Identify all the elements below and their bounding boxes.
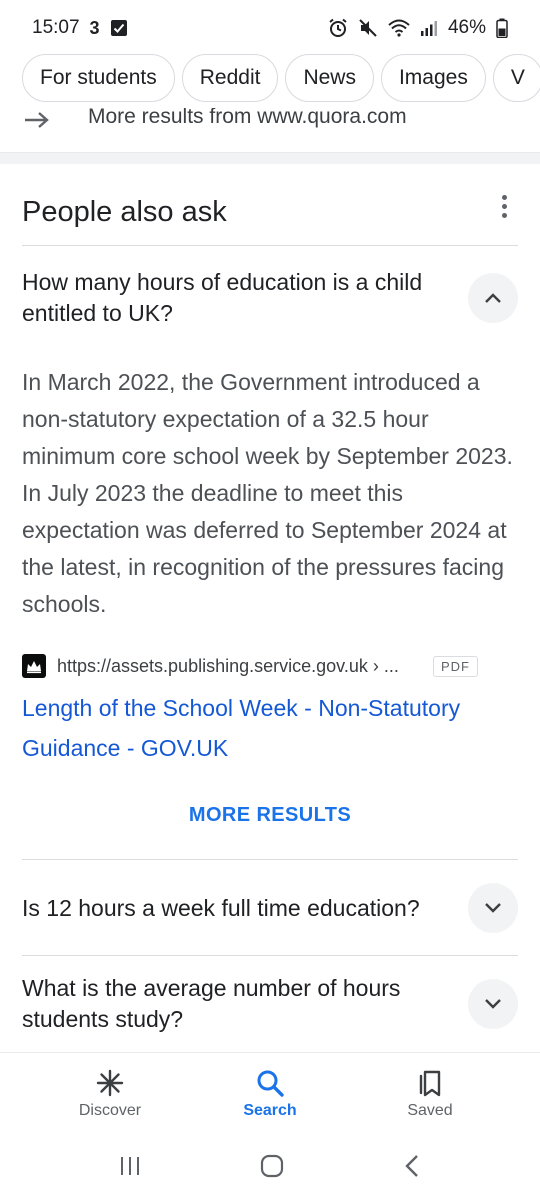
clock: 15:07 xyxy=(32,17,80,38)
divider xyxy=(22,955,518,956)
more-results-from-quora-link[interactable]: More results from www.quora.com xyxy=(22,108,522,138)
back-button[interactable] xyxy=(402,1153,422,1184)
home-button[interactable] xyxy=(259,1153,285,1184)
more-options-icon[interactable] xyxy=(490,187,518,227)
question-row-collapsed[interactable]: What is the average number of hours stud… xyxy=(22,968,518,1040)
nav-discover[interactable]: Discover xyxy=(40,1068,180,1120)
battery-percent: 46% xyxy=(447,17,486,38)
chip-videos[interactable]: V xyxy=(492,54,540,102)
back-icon xyxy=(404,1154,418,1177)
nav-saved[interactable]: Saved xyxy=(360,1068,500,1120)
signal-icon xyxy=(420,20,438,36)
bookmark-icon xyxy=(419,1070,441,1096)
recent-apps-icon xyxy=(121,1156,140,1175)
more-results-button[interactable]: MORE RESULTS xyxy=(22,804,518,838)
chip-images[interactable]: Images xyxy=(380,54,486,102)
asterisk-icon xyxy=(96,1069,124,1096)
chip-reddit[interactable]: Reddit xyxy=(181,54,279,102)
battery-icon xyxy=(496,18,508,38)
chevron-down-icon xyxy=(485,999,501,1009)
question-text: Is 12 hours a week full time education? xyxy=(22,894,420,921)
carrier-3-icon: 3 xyxy=(89,17,100,38)
source-url: https://assets.publishing.service.gov.uk… xyxy=(57,655,399,676)
checkbox-notification-icon xyxy=(110,19,128,37)
mute-icon xyxy=(358,18,378,38)
filter-chips: For students Reddit News Images V xyxy=(0,54,540,106)
nav-saved-label: Saved xyxy=(407,1101,453,1119)
divider xyxy=(22,859,518,860)
people-also-ask-title: People also ask xyxy=(22,196,227,228)
chip-news[interactable]: News xyxy=(285,54,374,102)
nav-search-label: Search xyxy=(243,1101,297,1119)
gov-uk-crown-icon xyxy=(22,654,46,678)
people-also-ask-header: People also ask xyxy=(22,180,518,246)
chevron-down-icon xyxy=(485,903,501,913)
status-left: 15:07 3 xyxy=(32,17,128,39)
nav-discover-label: Discover xyxy=(78,1101,142,1119)
answer-source[interactable]: https://assets.publishing.service.gov.uk… xyxy=(22,652,518,680)
status-bar: 15:07 3 46% xyxy=(0,0,540,56)
answer-snippet: In March 2022, the Government introduced… xyxy=(22,369,513,617)
question-row-collapsed[interactable]: Is 12 hours a week full time education? xyxy=(22,872,518,944)
recent-apps-button[interactable] xyxy=(118,1155,142,1182)
arrow-right-icon xyxy=(22,110,52,138)
wifi-icon xyxy=(388,19,410,37)
question-row-expanded[interactable]: How many hours of education is a child e… xyxy=(22,262,518,334)
system-navigation xyxy=(0,1140,540,1196)
collapse-toggle[interactable] xyxy=(468,273,518,323)
section-divider xyxy=(0,152,540,164)
nav-search[interactable]: Search xyxy=(200,1068,340,1120)
expand-toggle[interactable] xyxy=(468,883,518,933)
bottom-navigation: Discover Search Saved xyxy=(0,1052,540,1134)
pdf-badge: PDF xyxy=(433,655,478,677)
alarm-icon xyxy=(328,18,348,38)
chevron-up-icon xyxy=(485,293,501,303)
search-icon xyxy=(257,1070,284,1097)
question-text: How many hours of education is a child e… xyxy=(22,269,423,326)
expand-toggle[interactable] xyxy=(468,979,518,1029)
chip-for-students[interactable]: For students xyxy=(22,54,175,102)
more-results-from-quora-text: More results from www.quora.com xyxy=(88,108,407,128)
result-title-link[interactable]: Length of the School Week - Non-Statutor… xyxy=(22,688,518,768)
home-icon xyxy=(260,1154,284,1177)
question-text: What is the average number of hours stud… xyxy=(22,975,401,1032)
status-right: 46% xyxy=(328,17,508,39)
